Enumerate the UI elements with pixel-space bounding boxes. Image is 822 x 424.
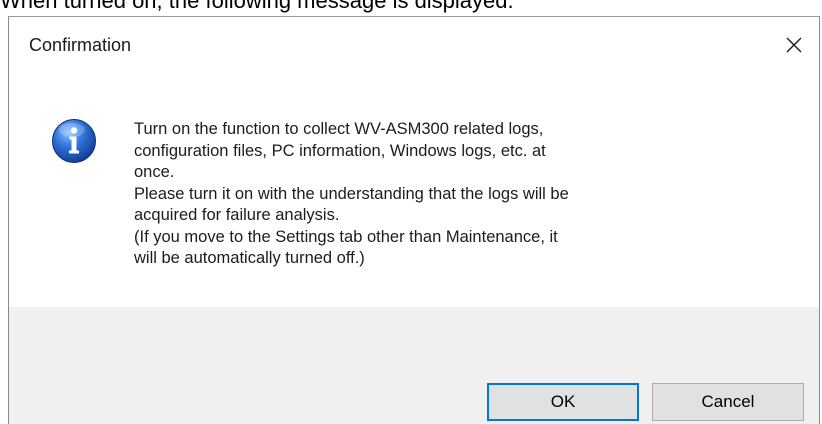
close-button[interactable] xyxy=(769,17,819,73)
page-caption: When turned on, the following message is… xyxy=(0,0,514,13)
dialog-content: Turn on the function to collect WV-ASM30… xyxy=(9,75,819,307)
ok-button[interactable]: OK xyxy=(487,383,639,421)
close-icon xyxy=(786,37,802,53)
message-line: Please turn it on with the understanding… xyxy=(134,184,569,203)
dialog-footer: OK Cancel xyxy=(9,307,819,424)
message-line: acquired for failure analysis. xyxy=(134,206,340,224)
dialog-title: Confirmation xyxy=(29,35,132,55)
dialog-titlebar: Confirmation xyxy=(9,17,819,75)
confirmation-dialog: Confirmation Turn on the function to col… xyxy=(8,16,820,424)
dialog-message: Turn on the function to collect WV-ASM30… xyxy=(134,119,794,270)
info-icon xyxy=(52,119,96,163)
message-line: (If you move to the Settings tab other t… xyxy=(134,227,558,246)
cancel-button[interactable]: Cancel xyxy=(652,383,804,421)
message-line: will be automatically turned off.) xyxy=(134,249,365,267)
message-line: once. xyxy=(134,163,175,181)
message-line: configuration files, PC information, Win… xyxy=(134,141,546,160)
message-line: Turn on the function to collect WV-ASM30… xyxy=(134,120,544,138)
